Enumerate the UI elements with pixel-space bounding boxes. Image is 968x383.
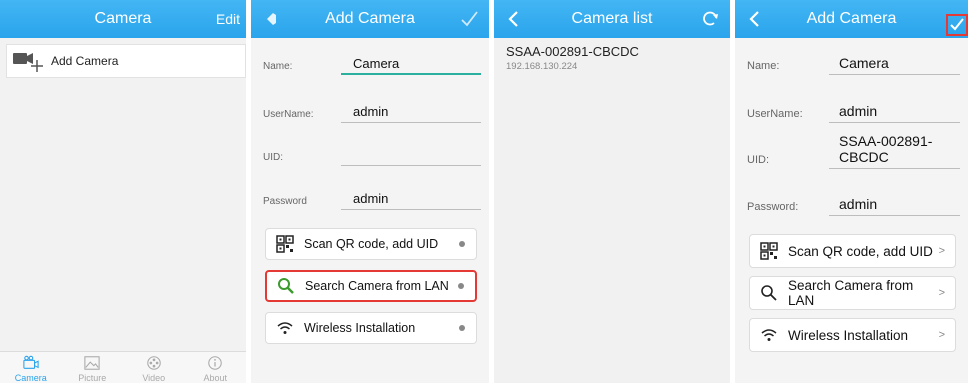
dot-icon: [459, 325, 465, 331]
add-camera-panel-empty: Add Camera Name: Camera UserName: admin …: [251, 0, 489, 383]
password-label: Password:: [747, 201, 799, 213]
password-value: admin: [353, 191, 389, 206]
username-label: UserName:: [747, 108, 803, 120]
qr-code-icon: [760, 242, 778, 260]
password-underline: [341, 209, 481, 210]
check-icon[interactable]: [459, 9, 479, 29]
qr-code-icon: [276, 235, 294, 253]
password-label: Password: [263, 196, 307, 207]
scan-qr-button[interactable]: Scan QR code, add UID: [265, 228, 477, 260]
password-field[interactable]: Password: admin: [747, 188, 960, 218]
page-title: Add Camera: [806, 10, 897, 27]
camera-icon: [23, 355, 39, 369]
camera-list-panel: Camera list SSAA-002891-CBCDC 192.168.13…: [494, 0, 730, 383]
tab-video-label: Video: [142, 373, 166, 383]
video-icon: [146, 356, 161, 370]
scan-qr-label: Scan QR code, add UID: [788, 243, 933, 259]
username-field[interactable]: UserName: admin: [263, 95, 481, 125]
wireless-install-button[interactable]: Wireless Installation: [265, 312, 477, 344]
tab-about[interactable]: About: [190, 352, 240, 383]
uid-field[interactable]: UID:: [263, 138, 481, 168]
camera-header: Camera Edit: [0, 0, 246, 38]
tab-camera-label: Camera: [14, 373, 47, 383]
uid-underline: [829, 168, 960, 169]
dot-icon: [459, 241, 465, 247]
name-label: Name:: [263, 61, 293, 72]
add-camera-row[interactable]: Add Camera: [6, 44, 246, 78]
confirm-check-button[interactable]: [946, 14, 968, 36]
uid-label: UID:: [747, 154, 769, 166]
page-title: Add Camera: [325, 10, 415, 27]
tab-about-label: About: [203, 373, 228, 383]
search-lan-label: Search Camera from LAN: [305, 279, 449, 293]
wifi-icon: [277, 322, 293, 334]
tab-camera[interactable]: Camera: [6, 352, 56, 383]
username-value: admin: [353, 104, 389, 119]
wireless-install-button[interactable]: Wireless Installation >: [749, 318, 956, 352]
uid-label: UID:: [263, 152, 283, 163]
page-title: Camera: [94, 10, 152, 27]
refresh-icon[interactable]: [700, 9, 720, 29]
wireless-install-label: Wireless Installation: [304, 321, 416, 335]
device-uid: SSAA-002891-CBCDC: [506, 44, 639, 59]
uid-underline: [341, 165, 481, 166]
chevron-right-icon: >: [938, 287, 945, 299]
search-lan-button[interactable]: Search Camera from LAN >: [749, 276, 956, 310]
wireless-install-label: Wireless Installation: [788, 327, 909, 343]
add-camera-header: Add Camera: [251, 0, 489, 38]
tab-picture[interactable]: Picture: [67, 352, 117, 383]
chevron-right-icon: >: [938, 245, 945, 257]
name-value: Camera: [839, 55, 889, 71]
add-camera-label: Add Camera: [51, 54, 119, 68]
edit-button[interactable]: Edit: [216, 0, 240, 38]
uid-field[interactable]: UID: SSAA-002891-CBCDC: [747, 133, 960, 171]
wifi-icon: [761, 329, 777, 341]
picture-icon: [84, 356, 100, 370]
password-field[interactable]: Password admin: [263, 182, 481, 212]
name-underline: [341, 73, 481, 75]
name-field[interactable]: Name: Camera: [747, 47, 960, 77]
device-list-item[interactable]: SSAA-002891-CBCDC 192.168.130.224: [506, 44, 639, 72]
dot-icon: [458, 283, 464, 289]
username-field[interactable]: UserName: admin: [747, 95, 960, 125]
password-value: admin: [839, 196, 878, 212]
info-icon: [208, 356, 223, 370]
add-camera-panel-filled: Add Camera Name: Camera UserName: admin …: [735, 0, 968, 383]
password-underline: [829, 215, 960, 216]
search-lan-label: Search Camera from LAN: [788, 278, 914, 308]
camera-list-header: Camera list: [494, 0, 730, 38]
search-icon: [278, 278, 294, 294]
check-icon: [950, 18, 964, 31]
username-underline: [829, 122, 960, 123]
uid-value: SSAA-002891-CBCDC: [839, 133, 933, 165]
search-lan-button[interactable]: Search Camera from LAN: [265, 270, 477, 302]
camera-home-panel: Camera Edit Add Camera Camera Picture Vi…: [0, 0, 246, 383]
add-camera-icon: [13, 53, 43, 72]
device-ip: 192.168.130.224: [506, 61, 578, 72]
scan-qr-button[interactable]: Scan QR code, add UID >: [749, 234, 956, 268]
search-icon: [761, 285, 777, 301]
username-value: admin: [839, 103, 878, 119]
name-value: Camera: [353, 56, 400, 71]
bottom-tab-bar: Camera Picture Video About: [0, 351, 246, 383]
page-title: Camera list: [571, 10, 653, 27]
username-underline: [341, 122, 481, 123]
tab-picture-label: Picture: [78, 373, 107, 383]
name-underline: [829, 74, 960, 75]
name-label: Name:: [747, 60, 780, 72]
username-label: UserName:: [263, 109, 314, 120]
tab-video[interactable]: Video: [129, 352, 179, 383]
add-camera-header: Add Camera: [735, 0, 968, 38]
chevron-right-icon: >: [938, 329, 945, 341]
scan-qr-label: Scan QR code, add UID: [304, 237, 439, 251]
name-field[interactable]: Name: Camera: [263, 47, 481, 77]
